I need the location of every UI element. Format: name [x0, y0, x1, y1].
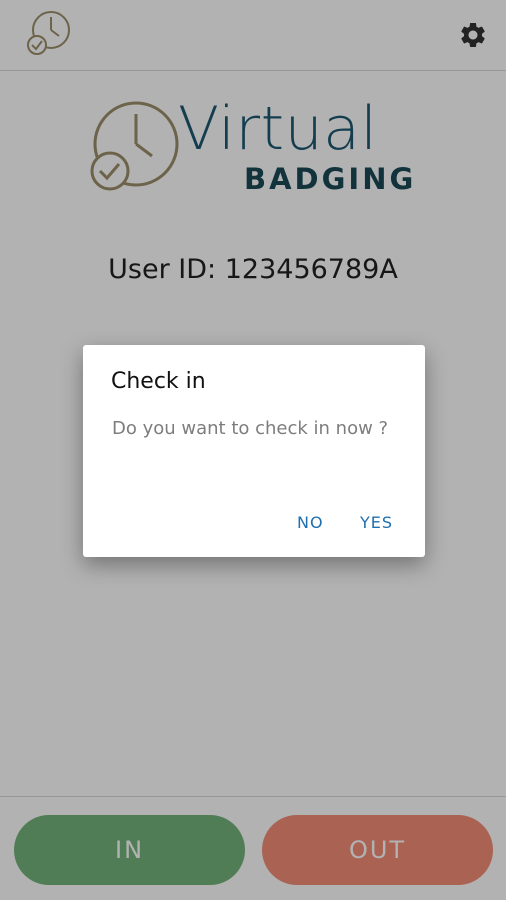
dialog-title: Check in: [111, 369, 206, 394]
no-button[interactable]: NO: [297, 513, 324, 532]
yes-button[interactable]: YES: [360, 513, 393, 532]
dialog-message: Do you want to check in now ?: [112, 418, 389, 439]
check-in-dialog: Check in Do you want to check in now ? N…: [83, 345, 425, 557]
